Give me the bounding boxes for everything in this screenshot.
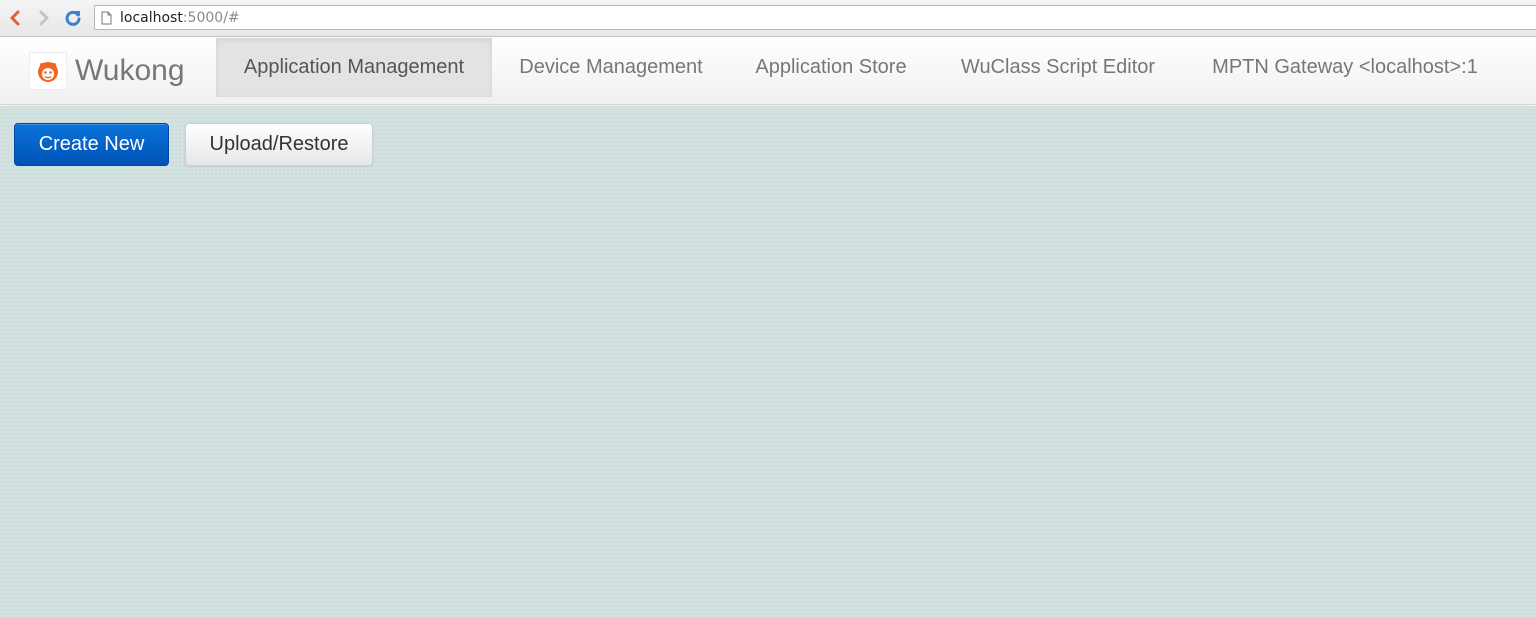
create-new-button[interactable]: Create New	[14, 123, 169, 166]
browser-toolbar: localhost:5000/#	[0, 0, 1536, 37]
top-navbar: Wukong Application Management Device Man…	[0, 37, 1536, 105]
chevron-right-icon	[39, 10, 49, 26]
url-host: localhost	[120, 9, 183, 26]
forward-button[interactable]	[33, 6, 55, 30]
brand[interactable]: Wukong	[29, 52, 185, 90]
upload-restore-button[interactable]: Upload/Restore	[185, 123, 373, 166]
main-content: Create New Upload/Restore	[0, 106, 1536, 617]
url-path: :5000/#	[182, 9, 240, 26]
nav-application-store[interactable]: Application Store	[735, 38, 927, 97]
nav-application-management[interactable]: Application Management	[216, 38, 492, 97]
nav-mptn-gateway[interactable]: MPTN Gateway <localhost>:1	[1192, 38, 1498, 97]
address-bar[interactable]: localhost:5000/#	[94, 5, 1536, 30]
reload-icon	[65, 10, 81, 26]
back-button[interactable]	[4, 6, 26, 30]
brand-name: Wukong	[75, 54, 185, 87]
nav-wuclass-script-editor[interactable]: WuClass Script Editor	[942, 38, 1174, 97]
chevron-left-icon	[10, 10, 20, 26]
page-icon	[101, 10, 114, 26]
reload-button[interactable]	[62, 6, 84, 30]
monkey-logo-icon	[29, 52, 67, 90]
nav-device-management[interactable]: Device Management	[500, 38, 722, 97]
